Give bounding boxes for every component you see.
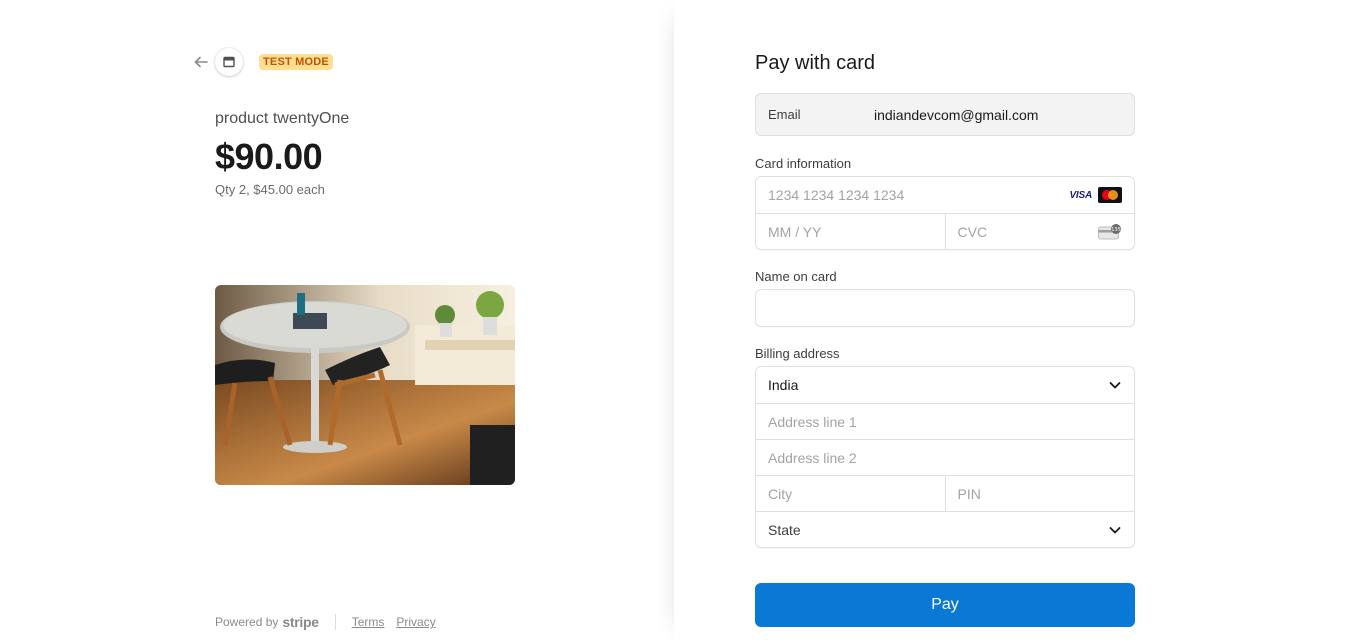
test-mode-badge: TEST MODE [259, 54, 333, 70]
address-line-2-input[interactable]: Address line 2 [756, 440, 1134, 475]
terms-link[interactable]: Terms [352, 615, 385, 629]
privacy-link[interactable]: Privacy [396, 615, 435, 629]
pin-placeholder: PIN [957, 485, 981, 502]
stripe-logo[interactable]: stripe [282, 614, 319, 630]
address-line-2-placeholder: Address line 2 [768, 449, 857, 466]
footer-divider [334, 614, 336, 630]
product-image [215, 285, 515, 485]
cvc-placeholder: CVC [957, 223, 988, 240]
card-information-label: Card information [755, 156, 852, 171]
email-field[interactable]: Email indiandevcom@gmail.com [755, 93, 1135, 136]
top-bar: TEST MODE [193, 48, 333, 76]
country-select[interactable]: India [756, 367, 1134, 403]
country-row: India [756, 367, 1134, 403]
cvc-input[interactable]: CVC 135 [944, 214, 1135, 249]
total-price: $90.00 [215, 136, 323, 177]
address-line-1-input[interactable]: Address line 1 [756, 404, 1134, 439]
chevron-down-icon [1109, 382, 1121, 389]
mastercard-icon [1098, 187, 1122, 203]
pay-with-card-title: Pay with card [755, 52, 876, 74]
footer: Powered by stripe Terms Privacy [215, 614, 448, 630]
state-row: State [756, 511, 1134, 547]
pin-input[interactable]: PIN [944, 476, 1135, 511]
email-label: Email [768, 107, 801, 122]
expiry-cvc-row: MM / YY CVC 135 [756, 213, 1134, 249]
name-on-card-label: Name on card [755, 269, 837, 284]
card-number-input[interactable]: 1234 1234 1234 1234 VISA [756, 177, 1134, 213]
visa-icon: VISA [1069, 189, 1092, 201]
billing-address-label: Billing address [755, 346, 840, 361]
billing-address-group: India Address line 1 Address line 2 City… [755, 366, 1135, 548]
address2-row: Address line 2 [756, 439, 1134, 475]
expiry-placeholder: MM / YY [768, 223, 822, 240]
chevron-down-icon [1109, 526, 1121, 533]
name-row [756, 290, 1134, 326]
name-on-card-input[interactable] [756, 290, 1134, 326]
city-pin-row: City PIN [756, 475, 1134, 511]
card-information-group: 1234 1234 1234 1234 VISA MM / YY CVC 135 [755, 176, 1135, 250]
state-placeholder: State [768, 521, 801, 538]
svg-text:135: 135 [1111, 227, 1121, 233]
powered-by-text: Powered by [215, 615, 279, 629]
card-number-placeholder: 1234 1234 1234 1234 [768, 187, 905, 203]
country-value: India [768, 377, 799, 393]
card-brand-icons: VISA [1069, 187, 1122, 203]
cvc-card-icon: 135 [1098, 223, 1122, 240]
quantity-line: Qty 2, $45.00 each [215, 182, 325, 197]
address1-row: Address line 1 [756, 403, 1134, 439]
store-icon [215, 48, 243, 76]
email-value: indiandevcom@gmail.com [874, 106, 1039, 123]
city-input[interactable]: City [756, 476, 945, 511]
card-number-row: 1234 1234 1234 1234 VISA [756, 177, 1134, 213]
state-select[interactable]: State [756, 512, 1134, 547]
back-arrow-icon[interactable] [193, 54, 209, 70]
name-on-card-group [755, 289, 1135, 327]
address-line-1-placeholder: Address line 1 [768, 413, 857, 430]
order-summary-panel: TEST MODE product twentyOne $90.00 Qty 2… [0, 0, 674, 643]
product-name: product twentyOne [215, 110, 350, 127]
city-placeholder: City [768, 485, 793, 502]
expiry-input[interactable]: MM / YY [756, 214, 945, 249]
pay-button[interactable]: Pay [755, 583, 1135, 627]
